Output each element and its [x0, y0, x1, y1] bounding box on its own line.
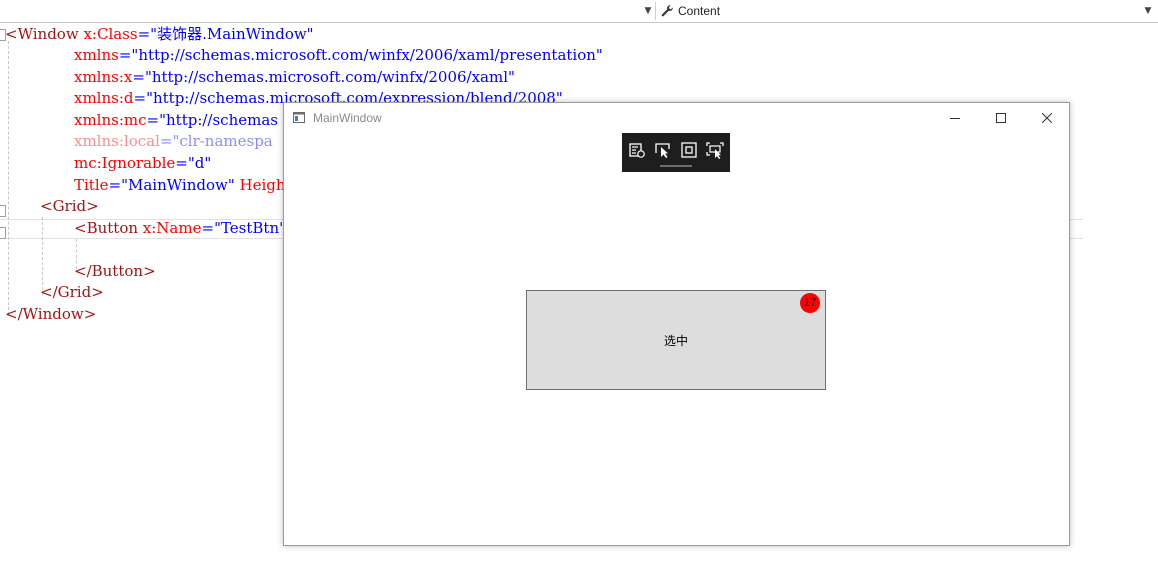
code-token-attribute: xmlns:d	[74, 89, 134, 107]
code-token-equals: =	[137, 25, 151, 43]
member-dropdown-bar: ▼ Content ▼	[0, 0, 1158, 23]
close-icon	[1042, 113, 1052, 123]
window-title: MainWindow	[313, 111, 382, 125]
code-token-element: Button	[91, 262, 144, 280]
code-token-element: Grid	[57, 283, 92, 301]
test-button[interactable]: 选中	[526, 290, 826, 390]
code-token-attribute: x:Class	[83, 25, 138, 43]
code-line: <Grid>	[40, 195, 99, 217]
window-titlebar[interactable]: MainWindow	[284, 103, 1069, 133]
code-token-attribute: x:Name	[142, 219, 202, 237]
code-token-attribute: xmlns:local	[74, 132, 160, 150]
window-minimize-button[interactable]	[932, 103, 978, 133]
code-line: <Button x:Name="TestBtn"	[74, 217, 286, 239]
code-token-bracket: </	[5, 305, 23, 323]
select-element-icon[interactable]	[654, 141, 672, 159]
code-token-bracket: <	[5, 25, 18, 43]
member-dropdown-label: Content	[678, 4, 721, 18]
code-token-equals: =	[175, 154, 188, 172]
code-token-value: "http://schemas.microsoft.com/winfx/2006…	[144, 68, 515, 86]
minimize-icon	[950, 118, 960, 119]
code-token-attribute: xmlns:x	[74, 68, 133, 86]
code-token-equals: =	[159, 132, 173, 150]
indent-guide	[8, 41, 9, 315]
live-visual-tree-icon[interactable]	[628, 141, 646, 159]
code-line: xmlns:mc="http://schemas	[74, 109, 278, 131]
code-line: xmlns:local="clr-namespa	[74, 130, 273, 152]
fold-marker-button[interactable]	[0, 227, 6, 239]
dropdown-divider	[655, 2, 656, 20]
toolbar-collapse-grip[interactable]	[660, 165, 692, 167]
window-close-button[interactable]	[1024, 103, 1070, 133]
code-token-equals: =	[201, 219, 215, 237]
code-token-attribute: Heigh	[239, 176, 286, 194]
code-line: xmlns="http://schemas.microsoft.com/winf…	[74, 44, 603, 66]
code-token-equals: =	[118, 46, 132, 64]
code-token-bracket: >	[143, 262, 156, 280]
code-token-value: "http://schemas.microsoft.com/winfx/2006…	[131, 46, 603, 64]
code-token-equals: =	[108, 176, 122, 194]
code-line: mc:Ignorable="d"	[74, 152, 211, 174]
window-maximize-button[interactable]	[978, 103, 1024, 133]
code-token-element: Window	[22, 305, 84, 323]
code-token-element: Window	[17, 25, 79, 43]
code-token-value: "d"	[187, 154, 212, 172]
window-app-icon	[293, 112, 305, 123]
badge-adorner: 17	[800, 293, 820, 313]
code-token-attribute: xmlns	[74, 46, 119, 64]
member-dropdown[interactable]: Content	[660, 3, 720, 19]
code-token-element: Grid	[52, 197, 87, 215]
code-line: xmlns:x="http://schemas.microsoft.com/wi…	[74, 66, 515, 88]
fold-marker-grid[interactable]	[0, 205, 6, 217]
code-token-value: "TestBtn"	[214, 219, 287, 237]
code-token-bracket: </	[74, 262, 92, 280]
code-token-bracket: <	[74, 219, 87, 237]
code-token-value: "装饰器.MainWindow"	[150, 25, 314, 43]
code-token-bracket: </	[40, 283, 58, 301]
code-token-bracket: >	[86, 197, 99, 215]
in-app-debug-toolbar	[622, 133, 730, 172]
code-token-equals: =	[133, 89, 147, 107]
member-dropdown-chevron-down-icon[interactable]: ▼	[1142, 5, 1154, 17]
code-token-element: Button	[86, 219, 139, 237]
code-token-value: "http://schemas	[159, 111, 278, 129]
code-token-bracket: >	[91, 283, 104, 301]
maximize-icon	[996, 113, 1006, 123]
main-window[interactable]: MainWindow 选中 17	[283, 102, 1070, 546]
code-token-attribute: Title	[74, 176, 109, 194]
code-token-value: "MainWindow"	[121, 176, 235, 194]
type-dropdown-chevron-down-icon[interactable]: ▼	[642, 5, 654, 17]
code-token-attribute: xmlns:mc	[74, 111, 147, 129]
code-line: </Button>	[74, 260, 156, 282]
code-token-bracket: <	[40, 197, 53, 215]
display-adorners-icon[interactable]	[680, 141, 698, 159]
code-line: </Grid>	[40, 281, 104, 303]
test-button-label: 选中	[663, 333, 688, 348]
wrench-icon	[661, 5, 673, 17]
code-line: <Window x:Class="装饰器.MainWindow"	[5, 23, 314, 45]
code-token-equals: =	[146, 111, 160, 129]
code-line: </Window>	[5, 303, 96, 325]
code-line: Title="MainWindow" Heigh	[74, 174, 286, 196]
code-token-bracket: >	[83, 305, 97, 323]
code-token-equals: =	[132, 68, 145, 86]
track-focus-icon[interactable]	[706, 141, 724, 159]
code-token-attribute: mc:Ignorable	[74, 154, 176, 172]
code-token-value: "clr-namespa	[172, 132, 273, 150]
